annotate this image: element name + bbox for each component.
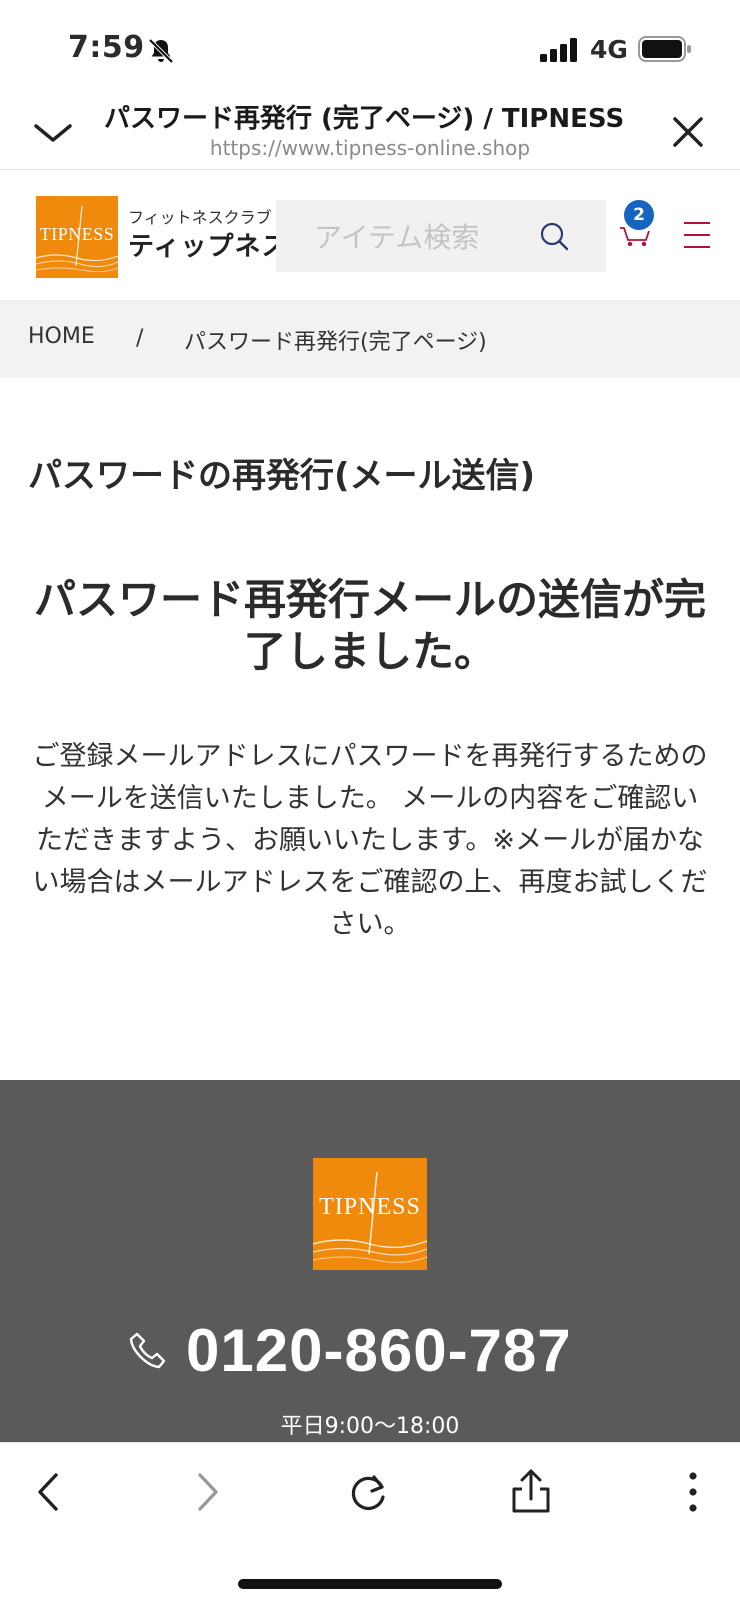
site-header: TIPNESS フィットネスクラブ ティップネス 2 (0, 170, 740, 300)
breadcrumb-current: パスワード再発行(完了ページ) (184, 330, 487, 355)
browser-toolbar (0, 1442, 740, 1601)
search-box (276, 200, 606, 274)
cart-count-badge: 2 (624, 200, 654, 230)
network-label: 4G (590, 35, 628, 64)
search-icon[interactable] (538, 220, 570, 252)
logo-text: TIPNESS (39, 224, 115, 244)
forward-icon[interactable] (182, 1467, 232, 1517)
hamburger-menu-icon[interactable] (684, 220, 710, 250)
signal-icon (540, 38, 577, 62)
back-icon[interactable] (24, 1467, 74, 1517)
battery-icon (638, 36, 691, 62)
search-input[interactable] (276, 200, 556, 274)
breadcrumb: HOME / パスワード再発行(完了ページ) (0, 300, 740, 378)
more-options-icon[interactable] (668, 1467, 718, 1517)
status-bar: 7:59 4G (0, 0, 740, 92)
close-icon[interactable] (668, 112, 708, 152)
phone-number[interactable]: 0120-860-787 (186, 1316, 572, 1385)
completion-heading: パスワード再発行メールの送信が完了しました。 (33, 575, 706, 676)
footer-logo-text: TIPNESS (319, 1194, 421, 1220)
browser-page-title: パスワード再発行 (完了ページ) / TIPNESS (104, 104, 625, 134)
status-time: 7:59 (68, 30, 145, 65)
browser-page-url: https://www.tipness-online.shop (209, 136, 531, 160)
bell-slash-icon (148, 38, 174, 64)
share-icon[interactable] (506, 1467, 556, 1517)
logo-title: ティップネス (128, 232, 289, 262)
logo-subtitle: フィットネスクラブ (128, 208, 272, 227)
home-indicator[interactable] (238, 1579, 502, 1589)
section-title: パスワードの再発行(メール送信) (28, 456, 536, 496)
breadcrumb-separator: / (136, 326, 144, 351)
phone-icon (129, 1332, 166, 1369)
business-hours: 平日9:00〜18:00 (280, 1414, 460, 1439)
browser-title-bar: パスワード再発行 (完了ページ) / TIPNESS https://www.t… (0, 92, 740, 170)
chevron-down-icon[interactable] (30, 112, 76, 152)
breadcrumb-home-link[interactable]: HOME (28, 324, 95, 349)
reload-icon[interactable] (344, 1467, 394, 1517)
site-footer: TIPNESS 0120-860-787 平日9:00〜18:00 (0, 1080, 740, 1442)
completion-message: ご登録メールアドレスにパスワードを再発行するためのメールを送信いたしました。 メ… (32, 741, 708, 940)
